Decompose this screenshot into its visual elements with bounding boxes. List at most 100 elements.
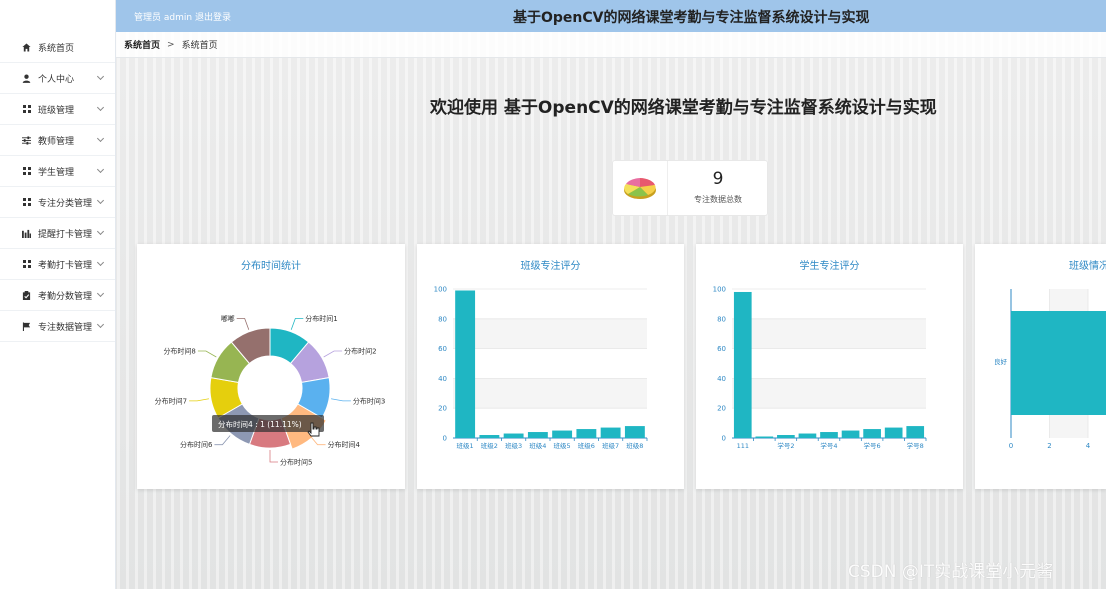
x-tick-label: 学号2	[777, 441, 794, 450]
sidebar-item-attendance[interactable]: 考勤打卡管理	[0, 249, 115, 280]
breadcrumb: 系统首页 > 系统首页	[116, 32, 1106, 58]
y-tick-label: 60	[717, 345, 726, 353]
sidebar-item-label: 教师管理	[38, 136, 75, 147]
bar	[455, 290, 476, 438]
x-tick-label: 班级5	[554, 441, 571, 450]
y-tick-label: 0	[443, 435, 447, 443]
pie-label: 分布时间5	[280, 458, 312, 467]
pie-label: 分布时间6	[180, 440, 213, 449]
sidebar-item-student[interactable]: 学生管理	[0, 156, 115, 187]
bar	[503, 433, 524, 438]
pie-chart-icon	[613, 161, 668, 215]
x-tick-label: 0	[1009, 442, 1013, 450]
x-tick-label: 班级8	[626, 441, 643, 450]
grid-band	[453, 378, 647, 409]
clipboard-icon	[21, 290, 32, 301]
user-label: 管理员 admin	[134, 13, 193, 23]
bar	[777, 435, 795, 438]
bar	[841, 430, 860, 438]
student-focus-bar-chart[interactable]: 0 20 40 60 80 100 111 学号2 学号4 学号6 学号8	[696, 244, 963, 489]
y-tick-label: 60	[438, 345, 447, 353]
watermark: CSDN @IT实战课堂小元酱	[848, 562, 1054, 582]
top-header: 管理员 admin 退出登录 基于OpenCV的网络课堂考勤与专注监督系统设计与…	[116, 0, 1106, 32]
bar	[624, 426, 645, 438]
pie-label-line	[323, 350, 343, 358]
y-tick-label: 40	[717, 375, 726, 383]
chevron-down-icon	[96, 72, 105, 81]
y-tick-label: 100	[713, 286, 726, 294]
sidebar-item-focus-category[interactable]: 专注分类管理	[0, 187, 115, 218]
x-tick-label: 学号6	[864, 441, 881, 450]
bar	[479, 435, 500, 438]
grid-band	[453, 318, 647, 349]
pie-label: 分布时间4	[328, 440, 361, 449]
chevron-down-icon	[96, 196, 105, 205]
logout-link[interactable]: 退出登录	[195, 10, 231, 23]
sidebar-item-class[interactable]: 班级管理	[0, 94, 115, 125]
grid-icon	[21, 197, 32, 208]
chevron-down-icon	[96, 320, 105, 329]
stat-card: 9 专注数据总数	[612, 160, 768, 216]
sidebar-item-label: 提醒打卡管理	[38, 229, 93, 240]
x-tick-label: 班级7	[602, 441, 619, 450]
grid-icon	[21, 259, 32, 270]
y-tick-label: 20	[438, 405, 447, 413]
y-tick-label: 良好	[994, 357, 1008, 366]
chevron-down-icon	[96, 289, 105, 298]
x-tick-label: 班级3	[505, 441, 522, 450]
pie-label: 分布时间7	[155, 396, 187, 405]
pie-label-line	[290, 318, 304, 330]
chart-tooltip-text: 分布时间4 : 1 (11.11%)	[218, 419, 302, 429]
pie-label-line	[214, 435, 231, 446]
pie-label: 分布时间3	[353, 396, 385, 405]
pie-label-line	[189, 398, 210, 402]
sidebar-item-label: 学生管理	[38, 167, 75, 178]
bar	[863, 429, 881, 438]
app-title: 基于OpenCV的网络课堂考勤与专注监督系统设计与实现	[513, 10, 870, 26]
class-focus-bar-chart[interactable]: 0 20 40 60 80 100 班级1 班级2 班级3 班级4 班级5 班级6 班级7 班级8	[417, 244, 684, 489]
x-tick-label: 班级4	[529, 441, 546, 450]
pie-label-line	[236, 318, 250, 330]
y-tick-label: 40	[438, 375, 447, 383]
flag-icon	[21, 321, 32, 332]
sidebar-item-teacher[interactable]: 教师管理	[0, 125, 115, 156]
chart-card-class-focus: 班级专注评分 0 20 40 60 80 100 班级1 班级2 班级3 班级4 班级5 班级6 班级7…	[417, 244, 684, 489]
sidebar-item-reminder[interactable]: 提醒打卡管理	[0, 218, 115, 249]
y-tick-label: 80	[717, 315, 726, 323]
pie-label: 分布时间8	[163, 347, 195, 356]
pie-label-line	[269, 450, 278, 463]
welcome-heading: 欢迎使用 基于OpenCV的网络课堂考勤与专注监督系统设计与实现	[430, 98, 937, 118]
sidebar-item-home[interactable]: 系统首页	[0, 32, 115, 63]
stat-value: 9	[712, 169, 724, 189]
sidebar-item-focus-data[interactable]: 专注数据管理	[0, 311, 115, 342]
pie-label: 嘟嘟	[221, 314, 235, 323]
bar	[755, 436, 774, 438]
x-tick-label: 学号4	[820, 441, 837, 450]
x-tick-label: 4	[1086, 442, 1091, 450]
breadcrumb-home-link[interactable]: 系统首页	[124, 38, 160, 51]
bar	[884, 427, 903, 438]
class-status-bar-chart[interactable]: 0 2 4 良好	[975, 244, 1106, 489]
bar	[600, 427, 621, 438]
pie-chart[interactable]: 分布时间1 分布时间2 分布时间3 分布时间4 分布时间5 分布时间6 分布时间7 分布时间8…	[137, 244, 405, 489]
bar-chart-icon	[21, 228, 32, 239]
x-tick-label: 班级2	[481, 441, 498, 450]
x-tick-label: 班级1	[457, 441, 474, 450]
bar	[798, 433, 817, 438]
grid-band	[732, 378, 926, 409]
grid-icon	[21, 104, 32, 115]
breadcrumb-current: 系统首页	[181, 41, 218, 51]
y-tick-label: 80	[438, 315, 447, 323]
sidebar-item-profile[interactable]: 个人中心	[0, 63, 115, 94]
pie-label: 分布时间1	[305, 314, 337, 323]
bar	[527, 432, 548, 438]
grid-icon	[21, 166, 32, 177]
pie-label-line	[197, 350, 217, 358]
sidebar-item-attendance-score[interactable]: 考勤分数管理	[0, 280, 115, 311]
home-icon	[21, 42, 32, 53]
chart-card-class-status: 班级情况 0 2 4 良好	[975, 244, 1106, 489]
sliders-icon	[21, 135, 32, 146]
sidebar-item-label: 考勤打卡管理	[38, 260, 93, 271]
bar	[552, 430, 573, 438]
sidebar-item-label: 系统首页	[38, 43, 75, 54]
